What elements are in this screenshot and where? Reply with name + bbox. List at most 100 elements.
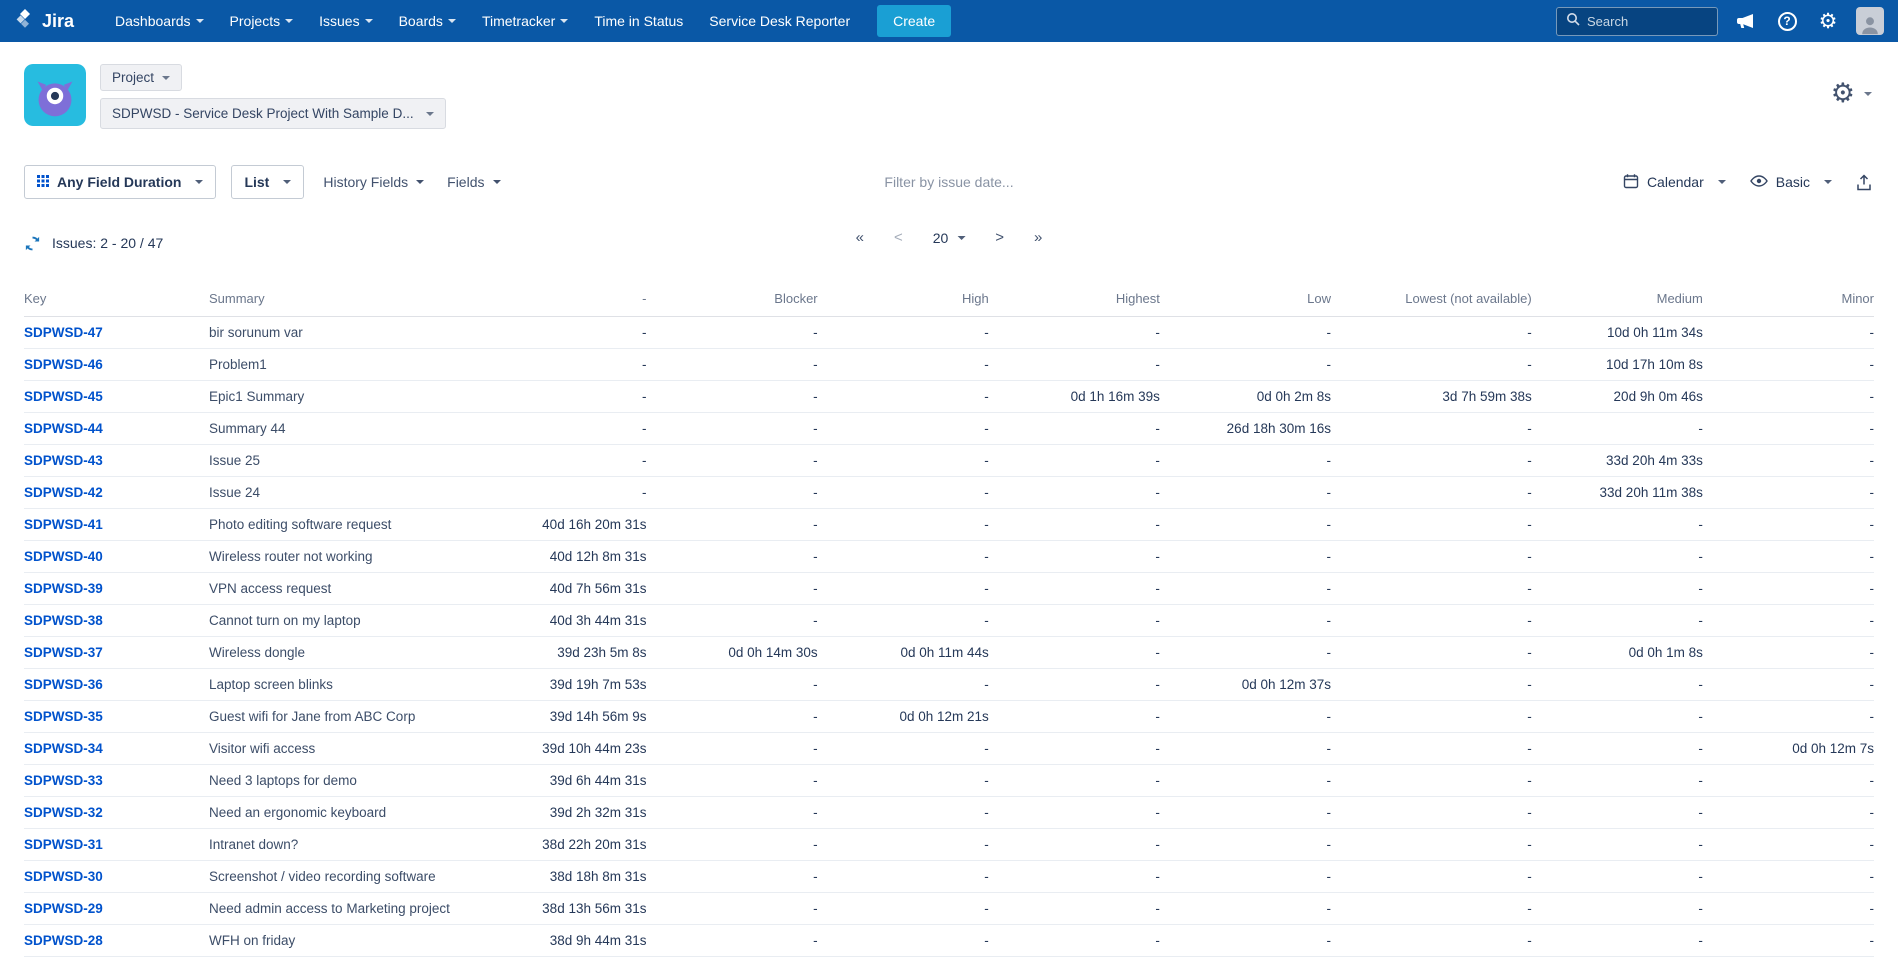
- issue-key-link[interactable]: SDPWSD-32: [24, 805, 103, 820]
- summary-cell: Cannot turn on my laptop: [209, 605, 475, 637]
- grid-icon: [37, 174, 49, 190]
- nav-item-dashboards[interactable]: Dashboards: [102, 0, 217, 42]
- issue-key-link[interactable]: SDPWSD-33: [24, 773, 103, 788]
- project-type-dropdown[interactable]: Project: [100, 64, 182, 91]
- project-select[interactable]: SDPWSD - Service Desk Project With Sampl…: [100, 98, 446, 129]
- nav-item-projects[interactable]: Projects: [217, 0, 307, 42]
- duration-cell: -: [1532, 669, 1703, 701]
- duration-cell: -: [1532, 509, 1703, 541]
- table-row: SDPWSD-45Epic1 Summary---0d 1h 16m 39s0d…: [24, 381, 1874, 413]
- duration-cell: -: [1160, 829, 1331, 861]
- summary-cell: VPN access request: [209, 573, 475, 605]
- first-page-button[interactable]: «: [856, 229, 864, 246]
- key-cell: SDPWSD-39: [24, 573, 209, 605]
- duration-cell: -: [1532, 413, 1703, 445]
- duration-cell: -: [818, 381, 989, 413]
- issue-key-link[interactable]: SDPWSD-31: [24, 837, 103, 852]
- duration-cell: -: [1703, 829, 1874, 861]
- chevron-down-icon: [1718, 180, 1726, 184]
- issue-date-filter[interactable]: Filter by issue date...: [874, 168, 1023, 196]
- issue-key-link[interactable]: SDPWSD-29: [24, 901, 103, 916]
- nav-item-boards[interactable]: Boards: [386, 0, 469, 42]
- refresh-icon[interactable]: [24, 235, 41, 252]
- previous-page-button[interactable]: <: [894, 229, 903, 246]
- nav-item-service-desk-reporter[interactable]: Service Desk Reporter: [696, 0, 863, 42]
- selected-project-label: SDPWSD - Service Desk Project With Sampl…: [112, 106, 414, 121]
- duration-cell: -: [647, 381, 818, 413]
- view-mode-dropdown[interactable]: Basic: [1750, 174, 1832, 190]
- duration-cell: 40d 7h 56m 31s: [475, 573, 646, 605]
- duration-cell: -: [1532, 797, 1703, 829]
- key-cell: SDPWSD-32: [24, 797, 209, 829]
- issue-key-link[interactable]: SDPWSD-36: [24, 677, 103, 692]
- jira-logo[interactable]: Jira: [14, 8, 74, 35]
- issue-key-link[interactable]: SDPWSD-40: [24, 549, 103, 564]
- chevron-down-icon: [560, 19, 568, 23]
- summary-cell: Photo editing software request: [209, 509, 475, 541]
- gear-icon[interactable]: ⚙: [1815, 8, 1841, 34]
- duration-cell: -: [1331, 733, 1532, 765]
- duration-cell: 0d 1h 16m 39s: [989, 381, 1160, 413]
- issue-key-link[interactable]: SDPWSD-41: [24, 517, 103, 532]
- issue-key-link[interactable]: SDPWSD-44: [24, 421, 103, 436]
- view-type-dropdown[interactable]: List: [231, 165, 304, 199]
- issue-key-link[interactable]: SDPWSD-35: [24, 709, 103, 724]
- duration-cell: -: [1703, 573, 1874, 605]
- summary-cell: Epic1 Summary: [209, 381, 475, 413]
- duration-cell: 38d 18h 8m 31s: [475, 861, 646, 893]
- issue-key-link[interactable]: SDPWSD-30: [24, 869, 103, 884]
- duration-cell: -: [818, 669, 989, 701]
- duration-cell: -: [818, 797, 989, 829]
- project-settings-button[interactable]: ⚙: [1831, 80, 1872, 107]
- field-duration-dropdown[interactable]: Any Field Duration: [24, 165, 216, 199]
- key-cell: SDPWSD-45: [24, 381, 209, 413]
- issue-key-link[interactable]: SDPWSD-28: [24, 933, 103, 948]
- duration-cell: -: [1703, 925, 1874, 957]
- table-row: SDPWSD-39 VPN access request40d 7h 56m 31…: [24, 573, 1874, 605]
- duration-cell: -: [1331, 573, 1532, 605]
- chevron-down-icon: [285, 19, 293, 23]
- nav-item-time-in-status[interactable]: Time in Status: [581, 0, 696, 42]
- duration-cell: -: [818, 349, 989, 381]
- table-row: SDPWSD-38Cannot turn on my laptop40d 3h …: [24, 605, 1874, 637]
- history-fields-dropdown[interactable]: History Fields: [319, 168, 428, 196]
- duration-cell: -: [475, 317, 646, 349]
- issue-key-link[interactable]: SDPWSD-37: [24, 645, 103, 660]
- fields-dropdown[interactable]: Fields: [443, 168, 504, 196]
- nav-search[interactable]: [1556, 7, 1718, 36]
- top-navigation: Jira Dashboards Projects Issues Boards T…: [0, 0, 1898, 42]
- calendar-dropdown[interactable]: Calendar: [1623, 173, 1726, 192]
- duration-cell: -: [1331, 669, 1532, 701]
- last-page-button[interactable]: »: [1034, 229, 1042, 246]
- issue-key-link[interactable]: SDPWSD-38: [24, 613, 103, 628]
- search-input[interactable]: [1587, 14, 1708, 29]
- duration-cell: -: [1331, 413, 1532, 445]
- issue-key-link[interactable]: SDPWSD-47: [24, 325, 103, 340]
- issue-key-link[interactable]: SDPWSD-42: [24, 485, 103, 500]
- nav-item-issues[interactable]: Issues: [306, 0, 385, 42]
- column-header-summary: Summary: [209, 281, 475, 317]
- next-page-button[interactable]: >: [995, 229, 1004, 246]
- project-avatar[interactable]: [24, 64, 86, 126]
- chevron-down-icon: [1824, 180, 1832, 184]
- duration-cell: 39d 19h 7m 53s: [475, 669, 646, 701]
- issue-key-link[interactable]: SDPWSD-46: [24, 357, 103, 372]
- duration-cell: 0d 0h 2m 8s: [1160, 381, 1331, 413]
- duration-cell: 40d 12h 8m 31s: [475, 541, 646, 573]
- export-icon[interactable]: [1856, 174, 1872, 191]
- announcement-icon[interactable]: [1733, 8, 1759, 34]
- nav-item-timetracker[interactable]: Timetracker: [469, 0, 581, 42]
- user-avatar[interactable]: [1856, 7, 1884, 35]
- create-button[interactable]: Create: [877, 5, 951, 37]
- issue-key-link[interactable]: SDPWSD-43: [24, 453, 103, 468]
- duration-cell: -: [989, 509, 1160, 541]
- duration-cell: -: [1532, 893, 1703, 925]
- page-size-dropdown[interactable]: 20: [933, 230, 966, 246]
- issue-key-link[interactable]: SDPWSD-34: [24, 741, 103, 756]
- help-icon[interactable]: ?: [1774, 8, 1800, 34]
- issue-key-link[interactable]: SDPWSD-39: [24, 581, 103, 596]
- issue-key-link[interactable]: SDPWSD-45: [24, 389, 103, 404]
- duration-cell: 38d 9h 44m 31s: [475, 925, 646, 957]
- table-row: SDPWSD-34Visitor wifi access39d 10h 44m …: [24, 733, 1874, 765]
- duration-cell: -: [818, 541, 989, 573]
